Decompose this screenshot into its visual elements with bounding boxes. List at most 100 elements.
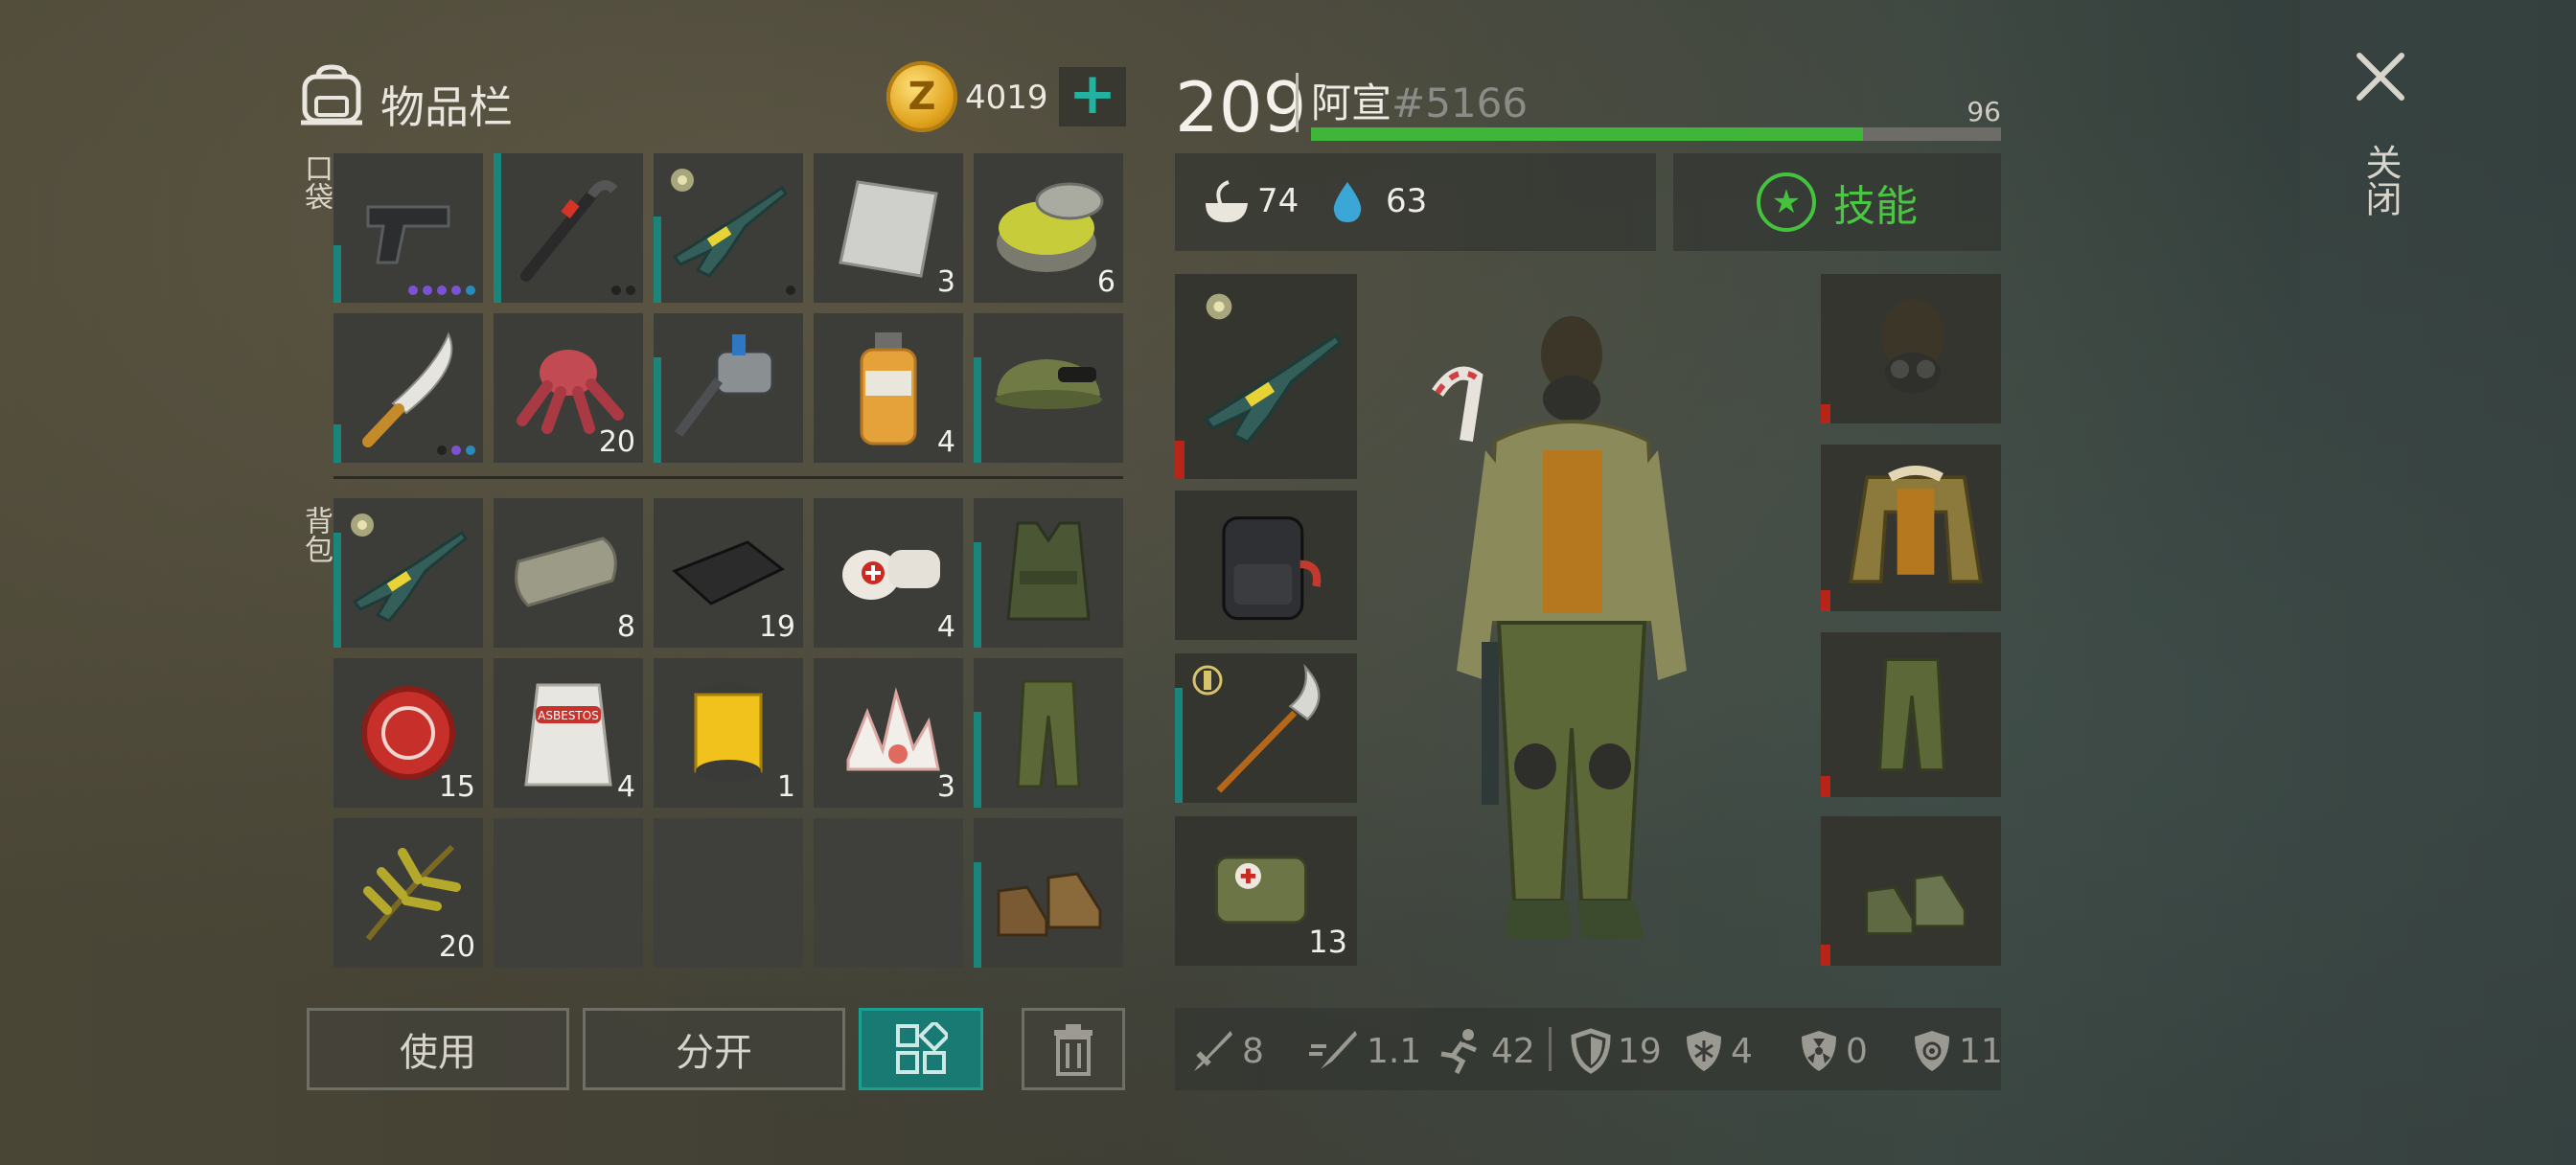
vest-icon [1006,521,1091,621]
item-jar[interactable]: 6 [974,153,1123,303]
empty-slot[interactable] [494,818,643,968]
fabric-roll-icon [515,537,617,607]
cold-resist-stat: 4 [1683,1027,1753,1075]
damage-stat: 8 [1188,1027,1264,1075]
running-icon [1440,1029,1477,1075]
metal-sheet-icon [839,180,938,278]
jacket-icon [1849,466,1983,583]
crystal-icon [846,687,940,771]
boots-icon [1865,873,1966,936]
item-herb[interactable]: 20 [334,818,483,968]
item-bandage[interactable]: 4 [814,498,963,648]
character-name: 阿宣#5166 [1311,71,1528,129]
empty-slot[interactable] [814,818,963,968]
hunger-value: 74 [1257,182,1300,220]
rifle-icon [352,530,468,623]
item-bottle[interactable]: 4 [814,313,963,463]
add-coins-button[interactable]: + [1059,65,1126,126]
pistol-icon [366,205,450,264]
bandage-icon [842,550,940,600]
item-boots[interactable] [974,818,1123,968]
close-icon[interactable] [2354,50,2407,103]
item-quantity: 4 [936,425,955,459]
backpack-slot[interactable] [1175,491,1357,640]
torso-slot[interactable] [1821,445,2001,611]
xp-bar-fill [1311,127,1863,141]
armor-value: 19 [1618,1031,1662,1071]
item-pistol[interactable] [334,153,483,303]
item-crystal[interactable]: 3 [814,658,963,808]
boots-icon [997,872,1102,937]
grid-sort-icon [896,1022,948,1074]
pockets-label: 口袋 [299,153,333,211]
item-metal-sheet[interactable]: 3 [814,153,963,303]
skills-button[interactable]: ★ 技能 [1673,153,2001,251]
empty-slot[interactable] [654,818,803,968]
cold-resist-value: 4 [1731,1031,1753,1071]
item-filter[interactable]: 1 [654,658,803,808]
backpack-item-icon [1222,516,1322,621]
item-vest[interactable] [974,498,1123,648]
armor-stat: 19 [1570,1027,1662,1075]
item-quantity: 19 [758,610,795,644]
name-separator [1296,73,1299,132]
durability-bar [334,245,341,303]
thirst-value: 63 [1386,182,1428,220]
rarity-dots [408,286,475,295]
machete-icon [362,331,453,447]
item-cap[interactable] [974,313,1123,463]
close-button-label[interactable]: 关闭 [2359,144,2402,217]
item-rifle-backpack[interactable] [334,498,483,648]
side-panel [2300,0,2576,1165]
skills-label: 技能 [1833,182,1918,231]
bag-label: ASBESTOS [538,709,599,722]
item-pants[interactable] [974,658,1123,808]
attack-speed-value: 1.1 [1367,1031,1422,1071]
player-name: 阿宣 [1311,80,1392,126]
drill-icon [675,334,774,437]
move-speed-stat: 42 [1434,1027,1535,1075]
backpack-icon [301,64,362,126]
legs-slot[interactable] [1821,632,2001,797]
xp-value: 96 [1966,96,2001,127]
item-bottle-cap[interactable]: 15 [334,658,483,808]
pants-icon [1877,657,1946,772]
use-button[interactable]: 使用 [307,1008,569,1090]
medkit-icon [1215,856,1307,925]
move-speed-value: 42 [1491,1031,1535,1071]
medkit-slot[interactable]: 13 [1175,816,1357,966]
backpack-label: 背包 [299,506,333,563]
section-divider [334,476,1123,479]
melee-slot[interactable] [1175,653,1357,803]
sort-button[interactable] [859,1008,983,1090]
character-model [1432,316,1687,939]
crowbar-icon [520,180,618,282]
split-button[interactable]: 分开 [583,1008,845,1090]
delete-button[interactable] [1022,1008,1125,1090]
backpack-grid: 8 19 4 15 ASBESTOS 4 1 3 20 [334,498,1123,968]
filter-icon [694,683,763,783]
pants-icon [1016,679,1081,788]
thirst-icon [1333,182,1362,222]
combat-stats-bar: 8 1.1 42 19 4 0 11 [1175,1008,2003,1090]
weapon-slot[interactable] [1175,274,1357,479]
feet-slot[interactable] [1821,816,2001,966]
item-crowbar[interactable] [494,153,643,303]
snowflake-shield-icon [1687,1031,1721,1071]
coin-icon: Z [886,61,957,132]
item-cloth[interactable]: 19 [654,498,803,648]
item-quantity: 8 [616,610,635,644]
item-flesh[interactable]: 20 [494,313,643,463]
player-tag: #5166 [1392,80,1529,126]
item-roll[interactable]: 8 [494,498,643,648]
item-rifle[interactable] [654,153,803,303]
head-slot[interactable] [1821,274,2001,423]
item-machete[interactable] [334,313,483,463]
cap-icon [995,359,1102,409]
item-quantity: 20 [438,930,475,964]
asbestos-bag-icon: ASBESTOS [524,683,612,787]
radiation-resist-value: 0 [1846,1031,1868,1071]
coin-count: 4019 [965,79,1048,117]
item-drill[interactable] [654,313,803,463]
item-asbestos-bag[interactable]: ASBESTOS 4 [494,658,643,808]
